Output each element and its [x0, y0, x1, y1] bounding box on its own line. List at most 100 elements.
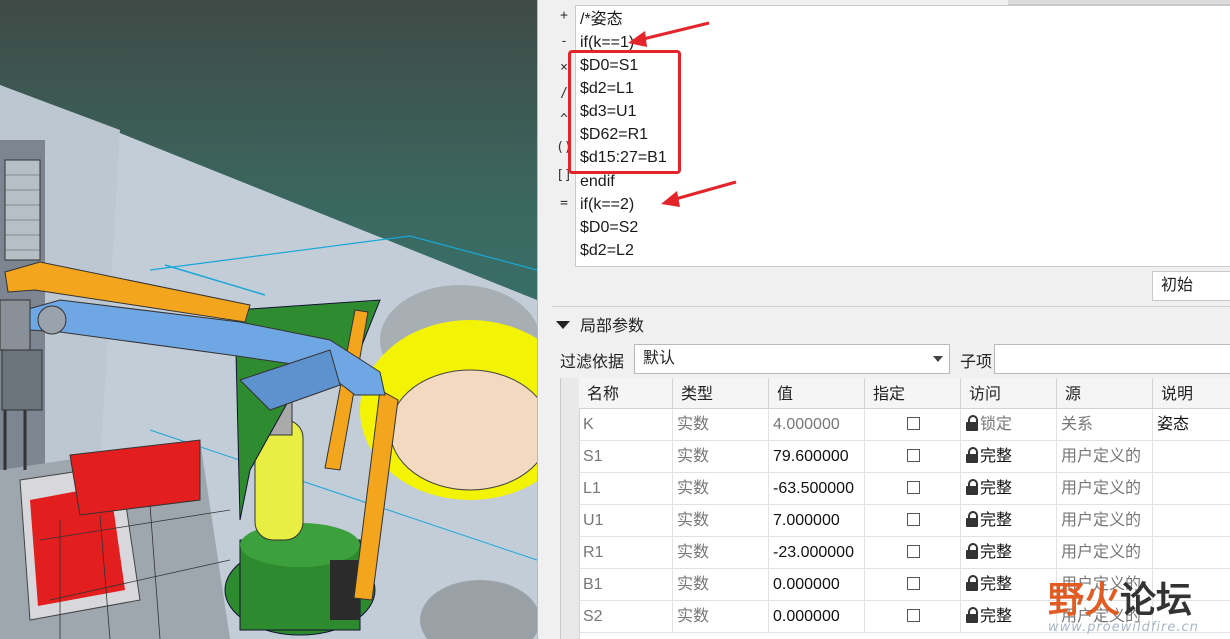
subitem-field[interactable]: [994, 344, 1230, 374]
cell-description[interactable]: [1153, 569, 1230, 601]
insert-brackets-button[interactable]: []: [552, 166, 576, 186]
cell-value[interactable]: 7.000000: [769, 505, 865, 537]
relations-code-editor[interactable]: /*姿态 if(k==1) $D0=S1 $d2=L1 $d3=U1 $D62=…: [575, 5, 1230, 267]
cell-source: 用户定义的: [1057, 441, 1153, 473]
cell-description[interactable]: [1153, 537, 1230, 569]
cell-description[interactable]: 姿态: [1153, 409, 1230, 441]
designated-checkbox[interactable]: [907, 576, 920, 590]
cell-name: L1: [579, 473, 673, 505]
access-text: 完整: [980, 608, 1013, 625]
table-row[interactable]: S2 实数 0.000000 完整 用户定义的: [579, 601, 1230, 633]
col-header-value[interactable]: 值: [769, 378, 865, 409]
designated-checkbox[interactable]: [907, 608, 920, 622]
col-header-name[interactable]: 名称: [579, 378, 673, 409]
insert-power-button[interactable]: ^: [552, 110, 576, 130]
filter-value: 默认: [643, 350, 676, 367]
col-header-source[interactable]: 源: [1057, 378, 1153, 409]
cell-name: S1: [579, 441, 673, 473]
table-row[interactable]: U1 实数 7.000000 完整 用户定义的: [579, 505, 1230, 537]
table-row[interactable]: B1 实数 0.000000 完整 用户定义的: [579, 569, 1230, 601]
cell-designated: [865, 505, 961, 537]
cell-value[interactable]: 0.000000: [769, 569, 865, 601]
initial-state-dropdown[interactable]: 初始: [1152, 271, 1230, 301]
cell-type: 实数: [673, 409, 769, 441]
subitem-label: 子项: [960, 354, 993, 371]
cell-value[interactable]: -23.000000: [769, 537, 865, 569]
cell-type: 实数: [673, 505, 769, 537]
lock-open-icon: [965, 542, 979, 559]
code-line: $D0=S2: [580, 219, 639, 236]
col-header-designated[interactable]: 指定: [865, 378, 961, 409]
cell-name: B1: [579, 569, 673, 601]
col-header-access[interactable]: 访问: [961, 378, 1057, 409]
cell-access: 完整: [961, 505, 1057, 537]
lock-open-icon: [965, 446, 979, 463]
cell-access: 完整: [961, 537, 1057, 569]
cell-value[interactable]: 0.000000: [769, 601, 865, 633]
cell-source: 用户定义的: [1057, 601, 1153, 633]
insert-parentheses-button[interactable]: (): [552, 138, 576, 158]
insert-equals-button[interactable]: =: [552, 194, 576, 214]
col-header-description[interactable]: 说明: [1153, 378, 1230, 409]
cell-source: 关系: [1057, 409, 1153, 441]
lock-open-icon: [965, 574, 979, 591]
code-line: $d2=L1: [580, 80, 634, 97]
cell-designated: [865, 441, 961, 473]
col-header-type[interactable]: 类型: [673, 378, 769, 409]
cell-access: 锁定: [961, 409, 1057, 441]
designated-checkbox[interactable]: [907, 512, 920, 526]
cell-value[interactable]: 79.600000: [769, 441, 865, 473]
code-line: $D62=R1: [580, 126, 649, 143]
designated-checkbox[interactable]: [907, 448, 920, 462]
cell-value[interactable]: 4.000000: [769, 409, 865, 441]
cell-designated: [865, 601, 961, 633]
designated-checkbox[interactable]: [907, 480, 920, 494]
code-line: if(k==1): [580, 34, 635, 51]
collapse-triangle-icon[interactable]: [556, 321, 570, 329]
cell-designated: [865, 569, 961, 601]
lock-open-icon: [965, 478, 979, 495]
table-row[interactable]: K 实数 4.000000 锁定 关系 姿态: [579, 409, 1230, 441]
designated-checkbox[interactable]: [907, 416, 920, 430]
cell-description[interactable]: [1153, 601, 1230, 633]
access-text: 完整: [980, 480, 1013, 497]
cell-source: 用户定义的: [1057, 473, 1153, 505]
cell-designated: [865, 473, 961, 505]
table-row[interactable]: R1 实数 -23.000000 完整 用户定义的: [579, 537, 1230, 569]
cell-source: 用户定义的: [1057, 569, 1153, 601]
code-line: /*姿态: [580, 11, 623, 28]
access-text: 完整: [980, 448, 1013, 465]
cell-description[interactable]: [1153, 473, 1230, 505]
cell-type: 实数: [673, 601, 769, 633]
insert-multiply-button[interactable]: ×: [552, 58, 576, 78]
filter-dropdown[interactable]: 默认: [634, 344, 950, 374]
filter-label: 过滤依据: [560, 354, 625, 371]
access-text: 锁定: [980, 416, 1013, 433]
cell-type: 实数: [673, 441, 769, 473]
table-row[interactable]: S1 实数 79.600000 完整 用户定义的: [579, 441, 1230, 473]
divider: [552, 306, 1230, 307]
cell-access: 完整: [961, 473, 1057, 505]
cell-type: 实数: [673, 537, 769, 569]
code-line: endif: [580, 173, 615, 190]
cell-name: U1: [579, 505, 673, 537]
code-line: $d2=L2: [580, 242, 634, 259]
lock-open-icon: [965, 606, 979, 623]
cell-source: 用户定义的: [1057, 505, 1153, 537]
cell-description[interactable]: [1153, 441, 1230, 473]
cell-source: 用户定义的: [1057, 537, 1153, 569]
insert-plus-button[interactable]: +: [552, 6, 576, 26]
cell-description[interactable]: [1153, 505, 1230, 537]
section-title: 局部参数: [580, 318, 645, 335]
cad-3d-viewport[interactable]: [0, 0, 537, 639]
cell-value[interactable]: -63.500000: [769, 473, 865, 505]
access-text: 完整: [980, 512, 1013, 529]
relations-panel: + - × / ^ () [] = /*姿态 if(k==1) $D0=S1 $…: [537, 0, 1230, 639]
table-row[interactable]: L1 实数 -63.500000 完整 用户定义的: [579, 473, 1230, 505]
insert-minus-button[interactable]: -: [552, 32, 576, 52]
insert-divide-button[interactable]: /: [552, 84, 576, 104]
cell-type: 实数: [673, 569, 769, 601]
designated-checkbox[interactable]: [907, 544, 920, 558]
code-line: $d3=U1: [580, 103, 637, 120]
chevron-down-icon[interactable]: [933, 356, 943, 362]
